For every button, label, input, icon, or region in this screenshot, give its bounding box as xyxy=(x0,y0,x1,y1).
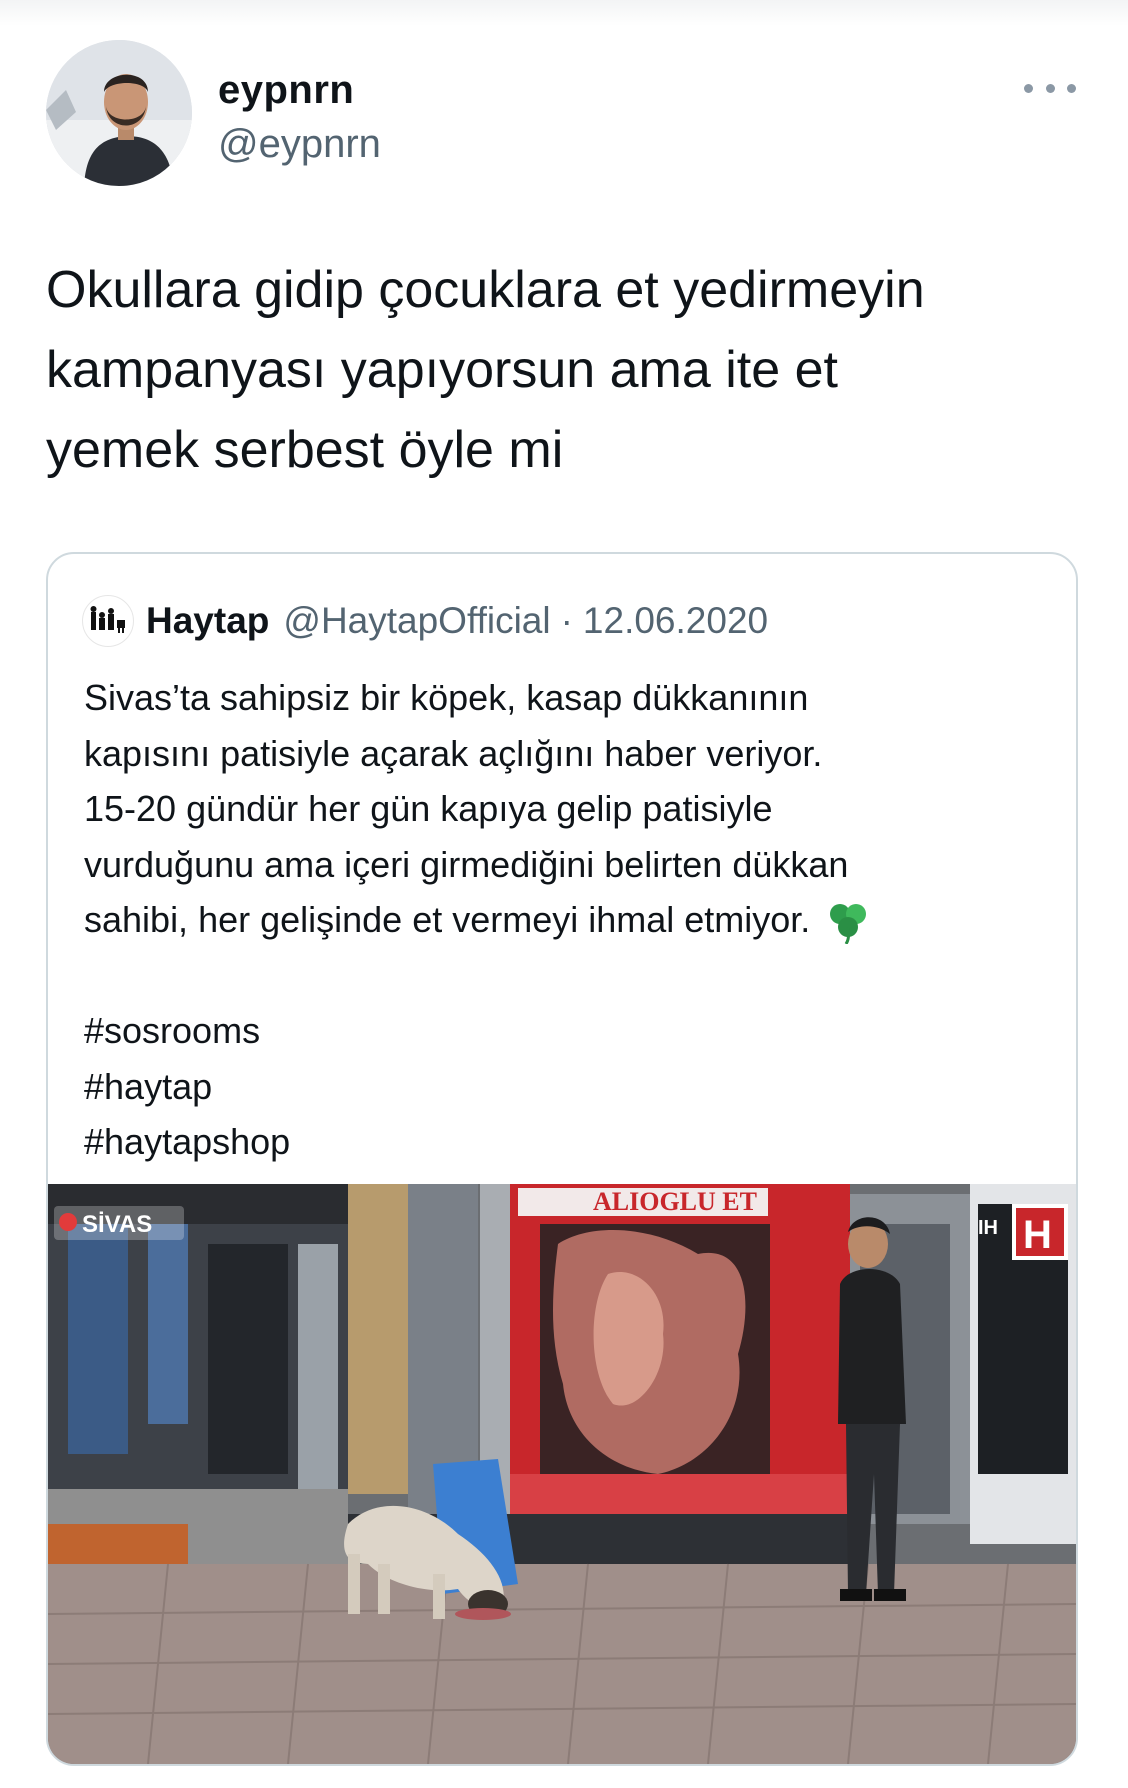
tweet-text: Okullara gidip çocuklara et yedirmeyin k… xyxy=(46,250,1086,490)
tweet-page: eypnrn @eypnrn Okullara gidip çocuklara … xyxy=(0,0,1128,1788)
shop-sign-text: ALIOGLU ET xyxy=(593,1187,757,1216)
hashtag-link[interactable]: #haytap xyxy=(84,1059,1044,1115)
more-dot xyxy=(1024,83,1033,93)
quoted-text-line: kapısını patisiyle açarak açlığını haber… xyxy=(84,732,823,774)
quoted-text-line: sahibi, her gelişinde et vermeyi ihmal e… xyxy=(84,899,811,940)
haytap-logo-icon[interactable] xyxy=(82,595,134,647)
location-tag-text: SİVAS xyxy=(82,1211,152,1238)
quoted-text-line: vurduğunu ama içeri girmediğini belirten… xyxy=(84,843,849,885)
more-dot xyxy=(1045,83,1055,93)
tweet-text-line: Okullara gidip çocuklara et yedirmeyin xyxy=(46,261,925,319)
quoted-tweet-video-still[interactable]: ALIOGLU ET SİVAS H IH xyxy=(48,1184,1076,1764)
tweet-text-line: yemek serbest öyle mi xyxy=(46,421,564,479)
author-names: eypnrn @eypnrn xyxy=(218,66,381,168)
author-handle[interactable]: @eypnrn xyxy=(218,120,381,168)
top-bar xyxy=(0,0,1128,26)
shamrock-emoji-icon xyxy=(824,900,872,946)
channel-logo-text: H xyxy=(1023,1213,1052,1257)
quoted-tweet-text: Sivas’ta sahipsiz bir köpek, kasap dükka… xyxy=(84,670,1044,1170)
quoted-text-line: 15-20 gündür her gün kapıya gelip patisi… xyxy=(84,788,773,829)
hashtag-link[interactable]: #haytapshop xyxy=(84,1114,1044,1170)
header-separator: · xyxy=(560,600,573,641)
author-display-name[interactable]: eypnrn xyxy=(218,66,381,114)
channel-logo-prefix: IH xyxy=(978,1217,998,1239)
quoted-author-handle[interactable]: @HaytapOfficial xyxy=(283,600,550,642)
quoted-tweet-date[interactable]: 12.06.2020 xyxy=(583,600,768,642)
quoted-tweet-card[interactable]: Haytap @HaytapOfficial · 12.06.2020 Siva… xyxy=(46,552,1078,1766)
quoted-author-name[interactable]: Haytap xyxy=(146,600,269,642)
tweet-author-header: eypnrn @eypnrn xyxy=(46,40,1086,190)
quoted-text-line: Sivas’ta sahipsiz bir köpek, kasap dükka… xyxy=(84,677,809,718)
quoted-text-line-with-emoji: sahibi, her gelişinde et vermeyi ihmal e… xyxy=(84,892,1044,948)
more-options-icon[interactable] xyxy=(1024,76,1076,100)
tweet-text-line: kampanyası yapıyorsun ama ite et xyxy=(46,341,838,399)
quoted-tweet-header: Haytap @HaytapOfficial · 12.06.2020 xyxy=(82,595,768,647)
more-dot xyxy=(1067,83,1076,93)
author-avatar[interactable] xyxy=(46,40,192,186)
hashtag-link[interactable]: #sosrooms xyxy=(84,1003,1044,1059)
